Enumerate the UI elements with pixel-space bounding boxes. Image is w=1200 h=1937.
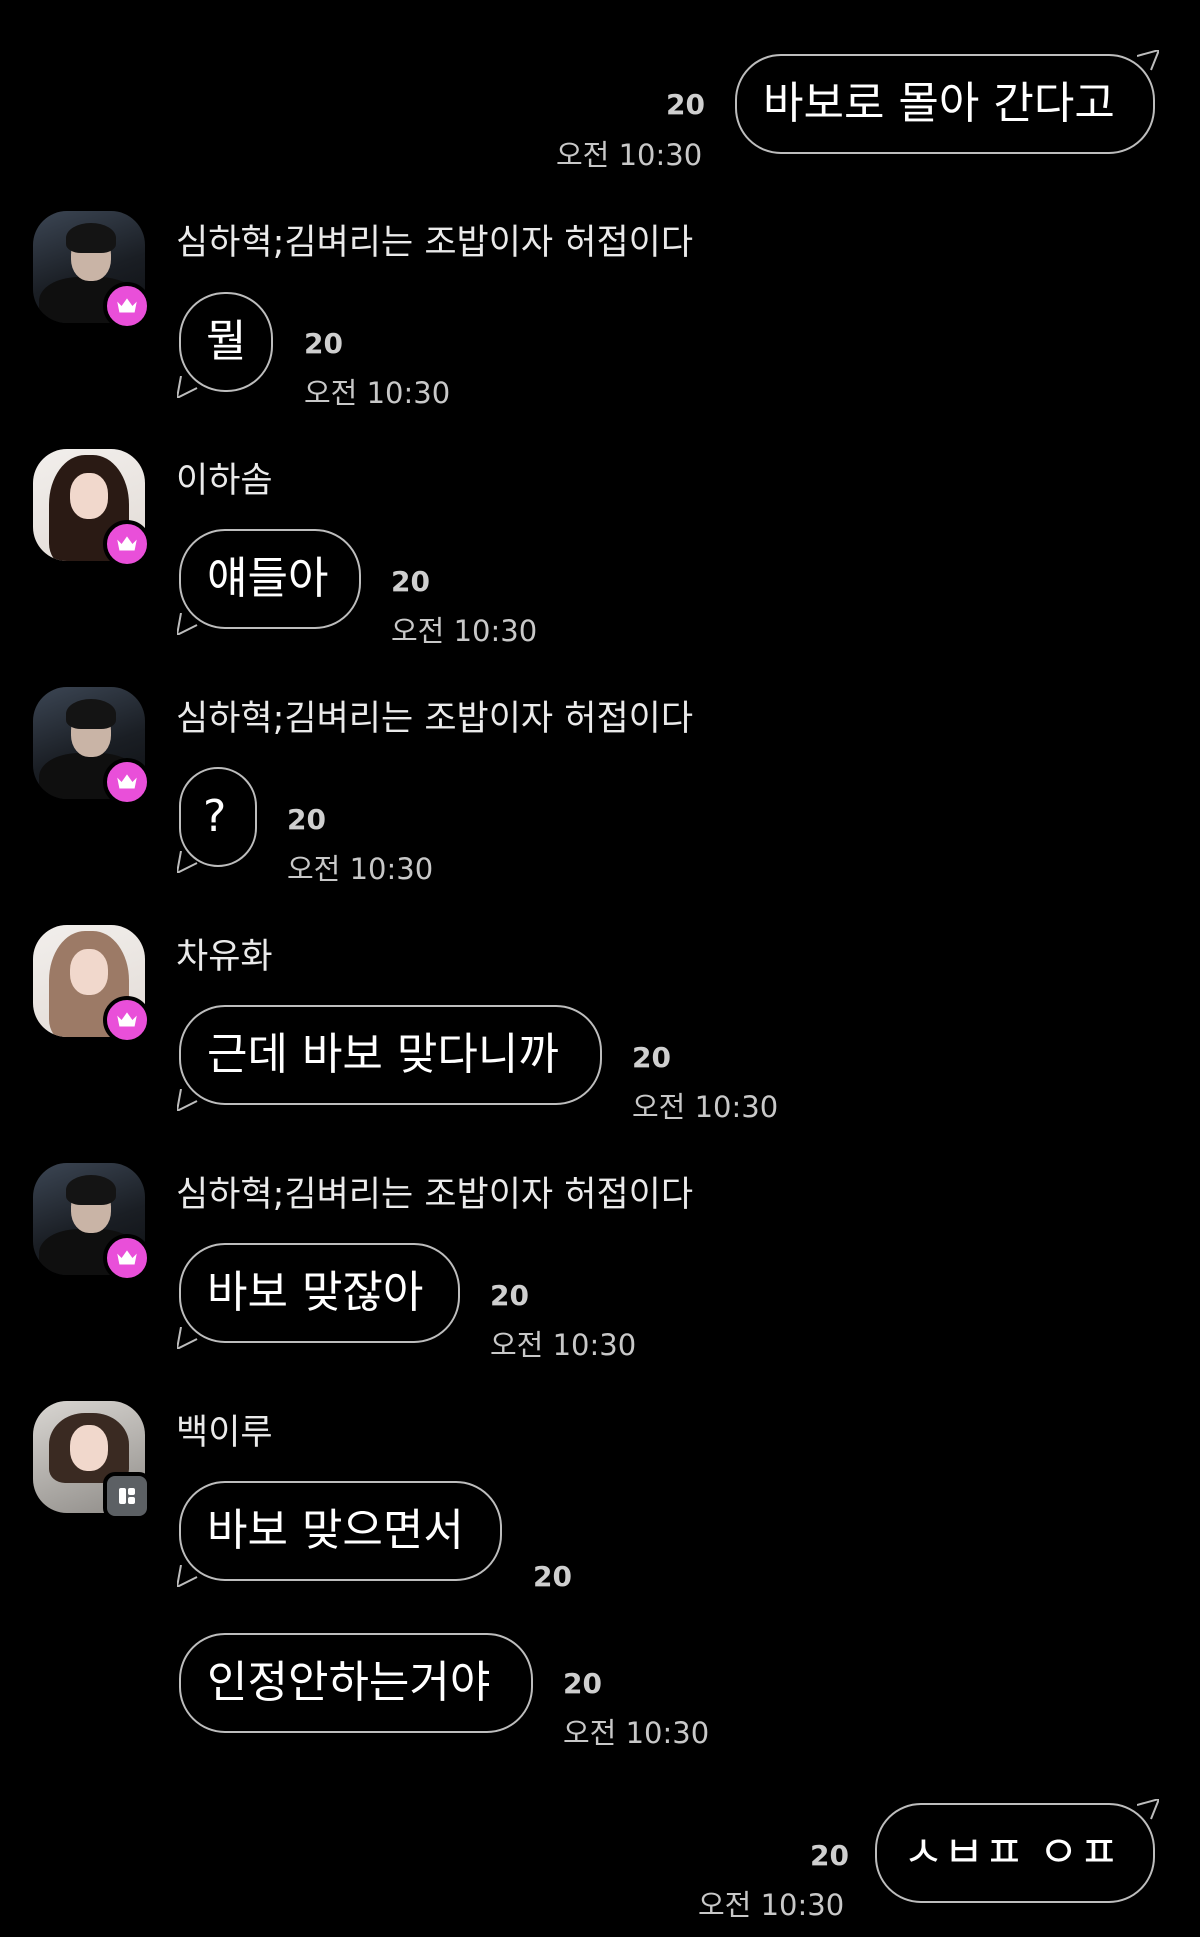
message-bubble-incoming[interactable]: 인정안하는거야	[179, 1633, 533, 1733]
message-time: 오전 10:30	[304, 376, 451, 410]
read-count: 20	[810, 1839, 849, 1872]
sender-name: 이하솜	[176, 461, 273, 501]
bubble-tail	[177, 613, 198, 635]
crown-icon	[103, 282, 151, 330]
crown-icon	[103, 1234, 151, 1282]
message-time: 오전 10:30	[287, 852, 434, 886]
message-bubble-outgoing[interactable]: ㅅㅂㅍ ㅇㅍ	[875, 1799, 1159, 1903]
message-text: ?	[203, 791, 227, 842]
read-count: 20	[287, 803, 326, 836]
message-bubble-incoming[interactable]: ?	[177, 767, 257, 873]
message-text: 얘들아	[207, 553, 329, 604]
read-count: 20	[666, 88, 705, 121]
message-time: 오전 10:30	[556, 138, 703, 172]
crown-icon	[103, 520, 151, 568]
message-bubble-incoming[interactable]: 바보 맞으면서	[177, 1481, 502, 1587]
sender-name: 심하혁;김벼리는 조밥이자 허접이다	[176, 1175, 694, 1215]
crown-icon	[103, 758, 151, 806]
bubble-tail	[1137, 50, 1159, 71]
bubble-tail	[1137, 1799, 1159, 1820]
message-time: 오전 10:30	[632, 1090, 779, 1124]
read-count: 20	[632, 1041, 671, 1074]
read-count: 20	[533, 1560, 572, 1593]
message-text: 바보 맞잖아	[207, 1267, 424, 1318]
message-text: 바보 맞으면서	[207, 1505, 464, 1556]
message-time: 오전 10:30	[563, 1716, 710, 1750]
bubble-tail	[177, 376, 198, 398]
message-text: 인정안하는거야	[207, 1657, 491, 1708]
message-text: 뭘	[206, 316, 247, 367]
message-time: 오전 10:30	[698, 1888, 845, 1922]
sender-name: 심하혁;김벼리는 조밥이자 허접이다	[176, 699, 694, 739]
message-bubble-incoming[interactable]: 근데 바보 맞다니까	[177, 1005, 602, 1111]
sender-name: 백이루	[176, 1413, 273, 1453]
read-count: 20	[304, 327, 343, 360]
read-count: 20	[391, 565, 430, 598]
message-bubble-outgoing[interactable]: 바보로 몰아 간다고	[735, 50, 1159, 154]
message-bubble-incoming[interactable]: 바보 맞잖아	[177, 1243, 460, 1349]
message-text: 바보로 몰아 간다고	[763, 78, 1115, 129]
sender-name: 차유화	[176, 937, 273, 977]
message-text: 근데 바보 맞다니까	[207, 1029, 559, 1080]
read-count: 20	[563, 1667, 602, 1700]
bubble-tail	[177, 1565, 198, 1587]
message-bubble-incoming[interactable]: 얘들아	[177, 529, 361, 635]
message-time: 오전 10:30	[490, 1328, 637, 1362]
sender-name: 심하혁;김벼리는 조밥이자 허접이다	[176, 223, 694, 263]
read-count: 20	[490, 1279, 529, 1312]
app-icon	[103, 1472, 151, 1520]
crown-icon	[103, 996, 151, 1044]
message-text: ㅅㅂㅍ ㅇㅍ	[903, 1827, 1120, 1878]
bubble-tail	[177, 1327, 198, 1349]
bubble-tail	[177, 851, 198, 873]
message-time: 오전 10:30	[391, 614, 538, 648]
message-bubble-incoming[interactable]: 뭘	[177, 292, 273, 398]
bubble-tail	[177, 1089, 198, 1111]
